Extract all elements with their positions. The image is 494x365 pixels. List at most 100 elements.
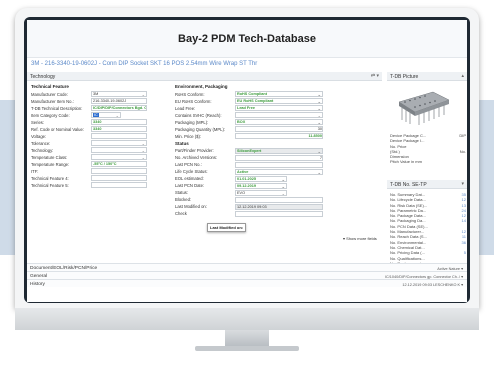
technical-feature-row-field[interactable] (91, 175, 147, 181)
chevron-down-icon[interactable]: ⌄ (318, 120, 321, 124)
status-row-field[interactable]: 01.01.2025 ⌄ (235, 175, 287, 182)
environment-row: RoHS Conform: RoHS Compliant ⌄ (175, 91, 325, 98)
section-bar-meta: IC/1040/DIP/Connectors gp. Connector Ch.… (384, 274, 463, 279)
environment-row-value: 11.8500 (308, 134, 322, 138)
environment-row-field[interactable]: BOX ⌄ (235, 119, 323, 125)
part-heading[interactable]: 3M - 216-3340-19-0602J - Conn DIP Socket… (27, 58, 467, 72)
environment-row-field[interactable]: 11.8500 (235, 133, 323, 139)
nr-panel-header[interactable]: T-DB No. SE-TP ▾ (387, 180, 467, 189)
technical-feature-row: Ref. Code or Nominal Value: 3340 (31, 126, 171, 133)
technology-panel-header[interactable]: Technology ⇄ ▾ (27, 72, 382, 81)
technical-feature-row-label: Series: (31, 119, 45, 125)
environment-row-label: Min. Price ($): (175, 133, 202, 139)
app-title: Bay-2 PDM Tech-Database (27, 20, 467, 58)
picture-info-row: Pitch Value in mm (390, 159, 466, 164)
environment-row-value: EU RoHS Compliant (237, 99, 274, 103)
technical-feature-row-field[interactable] (91, 168, 147, 174)
show-more-fields-link[interactable]: ▾ Show more fields (343, 236, 377, 241)
status-row-field[interactable] (235, 210, 323, 217)
environment-row-field[interactable]: EU RoHS Compliant ⌄ (235, 98, 323, 104)
environment-row-field[interactable]: Lead Free ⌄ (235, 105, 323, 111)
status-row-field[interactable] (235, 161, 323, 168)
chevron-down-icon[interactable]: ⌄ (318, 149, 321, 153)
picture-info: Device Package C... DIP Device Package I..… (390, 133, 466, 165)
technical-feature-row-field[interactable]: 3340 (91, 119, 147, 125)
status-row: Last PCN Date: 09.12.2019 ⌄ (175, 182, 325, 189)
collapsible-section-bar[interactable]: History 12.12.2019 09:03 LESCHENKO K ▾ (27, 279, 467, 287)
status-row-value: EVO (237, 190, 246, 195)
collapsible-section-bar[interactable]: Document/EOL/Risk/PCN/Price Active Nature… (27, 263, 467, 271)
picture-info-label: Pitch Value in mm (390, 159, 422, 165)
technical-feature-row-value: -55°C / 150°C (93, 162, 117, 166)
status-row-label: Last PCN No.: (175, 162, 202, 167)
environment-row-field[interactable]: ⌄ (235, 112, 323, 118)
chevron-down-icon[interactable]: ⌄ (116, 113, 119, 117)
environment-row-label: Contains SVHC (Reach): (175, 112, 222, 118)
status-row-field[interactable]: 09.12.2019 ⌄ (235, 182, 287, 189)
status-row-field[interactable]: SiliconExpert ⌄ (235, 147, 323, 154)
environment-row-label: Packaging (MPL): (175, 119, 209, 125)
chevron-down-icon[interactable]: ⌄ (318, 99, 321, 103)
status-row-field[interactable]: 7 (235, 154, 323, 161)
status-row-field[interactable]: EVO ⌄ (235, 189, 287, 196)
last-modified-tooltip: Last Modified on: (207, 223, 247, 232)
status-row: No. Archived Versions: 7 (175, 154, 325, 161)
environment-row-field[interactable]: RoHS Compliant ⌄ (235, 91, 323, 97)
status-row: Last Modified on: 12.12.2019 09:03 (175, 203, 325, 210)
technical-feature-row-label: Technical Feature 4: (31, 175, 69, 181)
technical-feature-row: Temperature Range: -55°C / 150°C (31, 161, 171, 168)
collapsible-section-bar[interactable]: General IC/1040/DIP/Connectors gp. Connec… (27, 271, 467, 279)
status-row-label: Last Modified on: (175, 204, 207, 209)
technical-feature-row-field[interactable]: IC ⌄ (91, 112, 121, 118)
chevron-down-icon[interactable]: ⌄ (318, 106, 321, 110)
status-row-field[interactable]: Active ⌄ (235, 168, 323, 175)
picture-panel-collapse[interactable]: ▴ (461, 73, 464, 79)
chevron-down-icon[interactable]: ⌄ (142, 155, 145, 159)
chevron-down-icon[interactable]: ⌄ (142, 92, 145, 96)
technical-feature-row-field[interactable]: 3M ⌄ (91, 91, 147, 97)
status-row-value: SiliconExpert (237, 148, 262, 153)
technical-feature-row-field[interactable]: -55°C / 150°C (91, 161, 147, 167)
status-row-label: Part/Finder Provider: (175, 148, 214, 153)
chevron-down-icon[interactable]: ⌄ (318, 170, 321, 174)
picture-panel-header[interactable]: T-DB Picture ▴ (387, 72, 467, 81)
technical-feature-row: Temperature Class: ⌄ (31, 154, 171, 161)
chevron-down-icon[interactable]: ⌄ (282, 191, 285, 195)
technology-panel-actions[interactable]: ⇄ ▾ (371, 73, 379, 79)
monitor-stand-neck (225, 330, 269, 346)
picture-panel-title: T-DB Picture (390, 74, 419, 80)
technical-feature-row-field[interactable]: ⌄ (91, 140, 147, 146)
technical-feature-row-label: T-DB Technical Description: (31, 105, 83, 111)
nr-list-count: 36 (461, 239, 466, 245)
status-row: Check (175, 210, 325, 217)
chevron-down-icon[interactable]: ⌄ (318, 113, 321, 117)
technical-feature-row-field[interactable] (91, 182, 147, 188)
technical-feature-row: Technology: ⌄ (31, 147, 171, 154)
chevron-down-icon[interactable]: ⌄ (282, 184, 285, 188)
status-row: Last PCN No.: (175, 161, 325, 168)
chevron-down-icon[interactable]: ⌄ (282, 177, 285, 181)
status-row-field[interactable]: 12.12.2019 09:03 (235, 203, 323, 210)
status-row-field[interactable] (235, 196, 323, 203)
technical-feature-row-field[interactable]: 3340 (91, 126, 147, 132)
chevron-down-icon[interactable]: ⌄ (142, 148, 145, 152)
chevron-down-icon[interactable]: ⌄ (318, 92, 321, 96)
status-row-label: No. Archived Versions: (175, 155, 218, 160)
technical-feature-row-field[interactable]: ⌄ (91, 154, 147, 160)
technical-feature-row-field[interactable]: ⌄ (91, 147, 147, 153)
environment-row: Contains SVHC (Reach): ⌄ (175, 112, 325, 119)
monitor-bezel: Bay-2 PDM Tech-Database 3M - 216-3340-19… (24, 17, 470, 303)
technical-feature-row-field[interactable]: IC/DIP/DIP/Connectors Bgd. Connector (91, 105, 147, 111)
status-row: Blocked: (175, 196, 325, 203)
environment-row-value: RoHS Compliant (237, 92, 267, 96)
chevron-down-icon[interactable]: ⌄ (142, 141, 145, 145)
technical-feature-row: Technical Feature 4: (31, 175, 171, 182)
technical-feature-row-field[interactable]: 216-3340-19-0602J (91, 98, 147, 104)
nr-panel-collapse[interactable]: ▾ (461, 181, 464, 187)
technical-feature-row-field[interactable] (91, 133, 147, 139)
environment-row-field[interactable]: 30 (235, 126, 323, 132)
environment-row: EU RoHS Conform: EU RoHS Compliant ⌄ (175, 98, 325, 105)
environment-row-value: BOX (237, 120, 246, 124)
technical-feature-row-value: 3340 (93, 120, 102, 124)
technical-feature-row-label: Technology: (31, 147, 54, 153)
